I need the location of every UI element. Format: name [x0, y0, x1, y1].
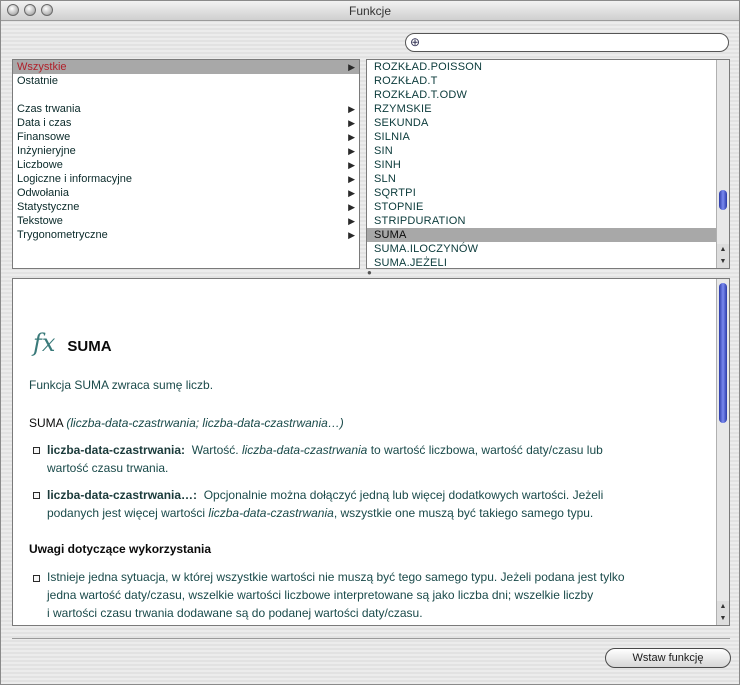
- scroll-up-icon[interactable]: ▲: [717, 601, 729, 613]
- category-item-duration[interactable]: Czas trwania ▶: [13, 102, 359, 116]
- function-item[interactable]: ROZKŁAD.T.ODW: [367, 88, 729, 102]
- category-label: Odwołania: [17, 187, 69, 199]
- scrollbar-thumb[interactable]: [719, 283, 727, 423]
- function-item[interactable]: SQRTPI: [367, 186, 729, 200]
- usage-heading: Uwagi dotyczące wykorzystania: [29, 542, 212, 556]
- category-list: Wszystkie ▶ Ostatnie Czas trwania ▶ Data…: [12, 59, 360, 269]
- usage-note-line: Istnieje jedna sytuacja, w której wszyst…: [47, 570, 625, 584]
- function-item[interactable]: RZYMSKIE: [367, 102, 729, 116]
- function-list: ROZKŁAD.POISSON ROZKŁAD.T ROZKŁAD.T.ODW …: [366, 59, 730, 269]
- category-item-logical[interactable]: Logiczne i informacyjne ▶: [13, 172, 359, 186]
- search-input[interactable]: [426, 35, 722, 50]
- argument-1-text: to wartość liczbowa, wartość daty/czasu …: [370, 443, 603, 457]
- function-list-scrollbar[interactable]: ▲ ▼: [716, 60, 729, 268]
- function-header: fx SUMA: [33, 329, 112, 357]
- arrow-right-icon: ▶: [348, 118, 355, 128]
- argument-1-description: liczba-data-czastrwania: Wartość. liczba…: [47, 441, 707, 477]
- category-label: Liczbowe: [17, 159, 63, 171]
- function-description: fx SUMA Funkcja SUMA zwraca sumę liczb. …: [12, 278, 730, 626]
- function-item[interactable]: SINH: [367, 158, 729, 172]
- syntax-arguments: (liczba-data-czastrwania; liczba-data-cz…: [66, 416, 344, 430]
- function-item[interactable]: SEKUNDA: [367, 116, 729, 130]
- arrow-right-icon: ▶: [348, 62, 355, 72]
- function-syntax: SUMA (liczba-data-czastrwania; liczba-da…: [29, 416, 344, 430]
- bullet-icon: [33, 492, 40, 499]
- scroll-down-icon[interactable]: ▼: [717, 256, 729, 268]
- argument-2-text: , wszystkie one muszą być takiego samego…: [333, 506, 594, 520]
- function-item[interactable]: SIN: [367, 144, 729, 158]
- scroll-down-icon[interactable]: ▼: [717, 613, 729, 625]
- insert-function-button[interactable]: Wstaw funkcję: [605, 648, 731, 668]
- arrow-right-icon: ▶: [348, 146, 355, 156]
- category-label: Statystyczne: [17, 201, 80, 213]
- category-item-reference[interactable]: Odwołania ▶: [13, 186, 359, 200]
- category-label: Tekstowe: [17, 215, 63, 227]
- function-summary: Funkcja SUMA zwraca sumę liczb.: [29, 378, 214, 392]
- scroll-up-icon[interactable]: ▲: [717, 244, 729, 256]
- fx-icon: fx: [33, 329, 56, 357]
- argument-2-text: podanych jest więcej wartości: [47, 506, 206, 520]
- search-icon: ⊕: [410, 35, 421, 49]
- argument-1-name: liczba-data-czastrwania:: [47, 443, 186, 457]
- function-item[interactable]: STOPNIE: [367, 200, 729, 214]
- category-label: Czas trwania: [17, 103, 81, 115]
- splitter-handle-icon[interactable]: ●: [367, 269, 375, 277]
- arrow-right-icon: ▶: [348, 216, 355, 226]
- usage-note-line: i wartości czasu trwania dodawane są do …: [47, 606, 423, 620]
- function-title: SUMA: [67, 338, 112, 355]
- function-item[interactable]: SUMA.ILOCZYNÓW: [367, 242, 729, 256]
- usage-note: Istnieje jedna sytuacja, w której wszyst…: [47, 568, 707, 622]
- title-bar: Funkcje: [1, 1, 739, 21]
- function-item[interactable]: ROZKŁAD.POISSON: [367, 60, 729, 74]
- category-label: Wszystkie: [17, 61, 67, 73]
- usage-note-line: jedna wartość daty/czasu, wszelkie warto…: [47, 588, 594, 602]
- bullet-icon: [33, 575, 40, 582]
- category-item-numeric[interactable]: Liczbowe ▶: [13, 158, 359, 172]
- arrow-right-icon: ▶: [348, 230, 355, 240]
- argument-2-italic: liczba-data-czastrwania: [208, 506, 334, 520]
- scrollbar-thumb[interactable]: [719, 190, 727, 210]
- category-item-statistical[interactable]: Statystyczne ▶: [13, 200, 359, 214]
- category-item-all[interactable]: Wszystkie ▶: [13, 60, 359, 74]
- arrow-right-icon: ▶: [348, 202, 355, 212]
- arrow-right-icon: ▶: [348, 188, 355, 198]
- function-item[interactable]: ROZKŁAD.T: [367, 74, 729, 88]
- category-separator: [13, 88, 359, 102]
- category-item-date-time[interactable]: Data i czas ▶: [13, 116, 359, 130]
- search-field[interactable]: ⊕: [405, 33, 729, 52]
- argument-1-text: Wartość.: [191, 443, 239, 457]
- category-label: Inżynieryjne: [17, 145, 76, 157]
- arrow-right-icon: ▶: [348, 132, 355, 142]
- category-label: Data i czas: [17, 117, 72, 129]
- category-label: Ostatnie: [17, 75, 58, 87]
- function-item-selected[interactable]: SUMA: [367, 228, 729, 242]
- argument-2-description: liczba-data-czastrwania…: Opcjonalnie mo…: [47, 486, 707, 522]
- window-title: Funkcje: [348, 4, 392, 18]
- function-item[interactable]: SILNIA: [367, 130, 729, 144]
- arrow-right-icon: ▶: [348, 104, 355, 114]
- functions-window: Funkcje ⊕ Wszystkie ▶ Ostatnie Czas trwa…: [0, 0, 740, 685]
- arrow-right-icon: ▶: [348, 160, 355, 170]
- description-scrollbar[interactable]: ▲ ▼: [716, 279, 729, 625]
- function-item[interactable]: SUMA.JEŻELI: [367, 256, 729, 268]
- argument-2-text: Opcjonalnie można dołączyć jedną lub wię…: [203, 488, 604, 502]
- category-item-engineering[interactable]: Inżynieryjne ▶: [13, 144, 359, 158]
- category-item-recent[interactable]: Ostatnie: [13, 74, 359, 88]
- category-label: Trygonometryczne: [17, 229, 108, 241]
- category-item-financial[interactable]: Finansowe ▶: [13, 130, 359, 144]
- category-label: Finansowe: [17, 131, 71, 143]
- category-item-text[interactable]: Tekstowe ▶: [13, 214, 359, 228]
- bullet-icon: [33, 447, 40, 454]
- function-item[interactable]: SLN: [367, 172, 729, 186]
- arrow-right-icon: ▶: [348, 174, 355, 184]
- function-item[interactable]: STRIPDURATION: [367, 214, 729, 228]
- syntax-function-name: SUMA: [29, 416, 64, 430]
- argument-1-italic: liczba-data-czastrwania: [241, 443, 368, 457]
- argument-1-text: wartość czasu trwania.: [47, 461, 169, 475]
- category-item-trigonometric[interactable]: Trygonometryczne ▶: [13, 228, 359, 242]
- category-label: Logiczne i informacyjne: [17, 173, 132, 185]
- footer-divider: [12, 638, 730, 639]
- argument-2-name: liczba-data-czastrwania…:: [47, 488, 198, 502]
